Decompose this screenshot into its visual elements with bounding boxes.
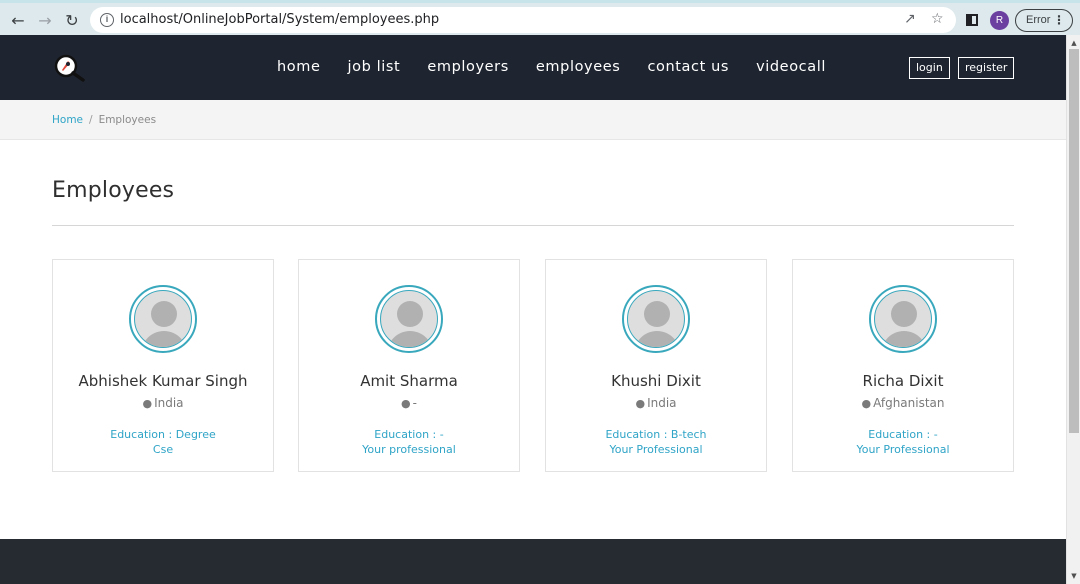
back-arrow-icon[interactable]: ← — [7, 9, 29, 31]
employee-education-line2: Your professional — [362, 443, 456, 456]
main-nav: home job list employers employees contac… — [277, 59, 853, 75]
site-info-icon[interactable]: i — [100, 13, 114, 27]
error-status-button[interactable]: Error ⋮ — [1015, 9, 1073, 32]
map-pin-icon: ● — [401, 397, 411, 410]
map-pin-icon: ● — [635, 397, 646, 410]
employee-education-line2: Your Professional — [856, 443, 950, 456]
page-scrollbar[interactable]: ▲ ▼ — [1066, 35, 1080, 584]
address-bar[interactable]: i localhost/OnlineJobPortal/System/emplo… — [90, 7, 956, 33]
login-button[interactable]: login — [909, 57, 950, 79]
employee-education: Education : B-tech Your Professional — [546, 427, 766, 457]
employee-education: Education : - Your Professional — [793, 427, 1013, 457]
scrollbar-thumb[interactable] — [1069, 49, 1079, 433]
employee-avatar[interactable] — [622, 285, 690, 353]
scroll-down-arrow-icon[interactable]: ▼ — [1067, 570, 1080, 582]
browser-toolbar: ← → ↻ i localhost/OnlineJobPortal/System… — [0, 0, 1080, 35]
employee-location: ● India — [53, 396, 273, 410]
breadcrumb-current: Employees — [98, 114, 157, 126]
employee-card[interactable]: Amit Sharma ● - Education : - Your profess… — [298, 259, 520, 472]
breadcrumb-separator: / — [89, 114, 93, 126]
employee-location: ● - — [299, 396, 519, 410]
map-pin-icon: ● — [861, 397, 872, 410]
employee-location-text: India — [647, 396, 677, 410]
error-status-label: Error — [1026, 14, 1051, 26]
profile-avatar[interactable]: R — [990, 11, 1009, 30]
employee-location: ● India — [546, 396, 766, 410]
employee-education: Education : Degree Cse — [53, 427, 273, 457]
browser-menu-icon[interactable]: ⋮ — [1053, 10, 1065, 30]
employee-avatar[interactable] — [375, 285, 443, 353]
nav-home-link[interactable]: home — [277, 59, 321, 75]
user-placeholder-icon — [627, 290, 685, 348]
employee-location-text: India — [154, 396, 184, 410]
breadcrumb-home-link[interactable]: Home — [52, 114, 83, 126]
site-logo-icon[interactable] — [54, 54, 86, 82]
forward-arrow-icon[interactable]: → — [34, 9, 56, 31]
employee-card[interactable]: Richa Dixit ● Afghanistan Education : - Yo… — [792, 259, 1014, 472]
register-button[interactable]: register — [958, 57, 1015, 79]
nav-employers-link[interactable]: employers — [427, 59, 509, 75]
employee-cards: Abhishek Kumar Singh ● India Education : … — [52, 259, 1014, 472]
title-divider — [52, 225, 1014, 226]
employee-education-line2: Your Professional — [609, 443, 703, 456]
side-panel-icon[interactable] — [966, 14, 978, 26]
reload-icon[interactable]: ↻ — [61, 9, 83, 31]
employee-avatar[interactable] — [129, 285, 197, 353]
site-footer — [0, 539, 1066, 584]
employee-education-line1: Education : Degree — [110, 428, 216, 441]
site-navbar: home job list employers employees contac… — [0, 35, 1066, 100]
employee-avatar[interactable] — [869, 285, 937, 353]
employee-name[interactable]: Khushi Dixit — [546, 372, 766, 390]
employee-card[interactable]: Khushi Dixit ● India Education : B-tech Yo… — [545, 259, 767, 472]
employee-education: Education : - Your professional — [299, 427, 519, 457]
user-placeholder-icon — [874, 290, 932, 348]
breadcrumb-bar: Home / Employees — [0, 100, 1066, 140]
breadcrumb: Home / Employees — [52, 114, 156, 126]
employee-education-line1: Education : B-tech — [605, 428, 707, 441]
employee-location-text: - — [412, 396, 417, 410]
scroll-up-arrow-icon[interactable]: ▲ — [1067, 37, 1080, 49]
employee-card[interactable]: Abhishek Kumar Singh ● India Education : … — [52, 259, 274, 472]
share-icon[interactable]: ↗ — [904, 11, 916, 27]
employee-name[interactable]: Amit Sharma — [299, 372, 519, 390]
employee-location: ● Afghanistan — [793, 396, 1013, 410]
employee-education-line2: Cse — [152, 443, 174, 456]
address-url[interactable]: localhost/OnlineJobPortal/System/employe… — [120, 12, 439, 27]
map-pin-icon: ● — [142, 397, 153, 410]
page-title: Employees — [52, 178, 175, 203]
employee-education-line1: Education : - — [374, 428, 444, 441]
nav-job-list-link[interactable]: job list — [348, 59, 401, 75]
user-placeholder-icon — [134, 290, 192, 348]
employee-name[interactable]: Abhishek Kumar Singh — [53, 372, 273, 390]
employee-name[interactable]: Richa Dixit — [793, 372, 1013, 390]
employee-education-line1: Education : - — [868, 428, 938, 441]
nav-employees-link[interactable]: employees — [536, 59, 621, 75]
employee-location-text: Afghanistan — [873, 396, 945, 410]
nav-videocall-link[interactable]: videocall — [756, 59, 826, 75]
nav-contact-us-link[interactable]: contact us — [647, 59, 729, 75]
user-placeholder-icon — [380, 290, 438, 348]
bookmark-star-icon[interactable]: ☆ — [931, 11, 944, 27]
